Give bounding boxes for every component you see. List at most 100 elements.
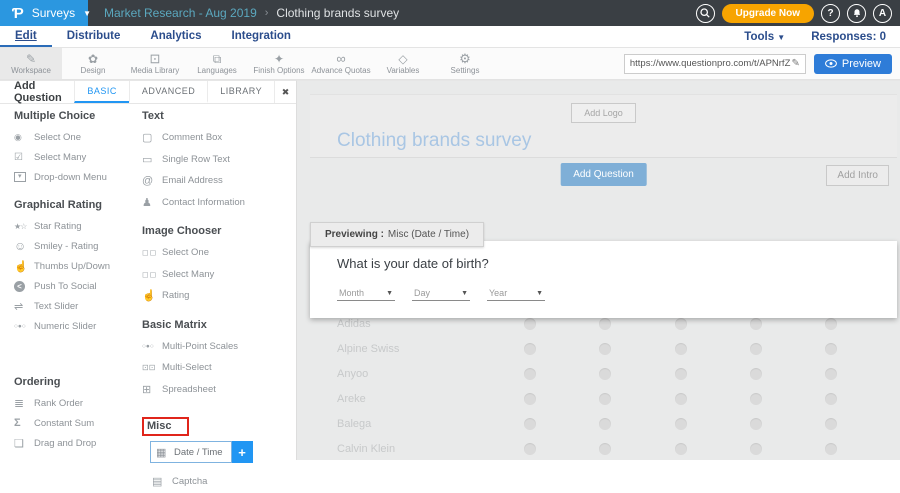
question-type-item[interactable]: Rating [142, 285, 296, 307]
panel-tab[interactable]: ADVANCED [129, 81, 207, 103]
survey-url-box: ✎ [624, 54, 806, 74]
radio-button[interactable] [675, 368, 687, 380]
radio-button[interactable] [825, 368, 837, 380]
survey-url-input[interactable] [630, 58, 792, 69]
radio-button[interactable] [599, 443, 611, 455]
add-question-button[interactable]: Add Question [560, 163, 647, 186]
close-icon[interactable]: ✖ [274, 81, 296, 103]
radio-button[interactable] [750, 393, 762, 405]
radio-button[interactable] [599, 368, 611, 380]
radio-button[interactable] [524, 443, 536, 455]
radio-button[interactable] [675, 418, 687, 430]
radio-button[interactable] [675, 443, 687, 455]
question-type-item[interactable]: Text Slider [14, 296, 142, 316]
toolbar-item[interactable]: Languages [186, 48, 248, 79]
app-logo[interactable]: Ƥ Surveys ▼ [0, 0, 88, 26]
question-type-item[interactable]: Push To Social [14, 276, 142, 296]
date-part-select[interactable]: Day ▼ [412, 286, 470, 301]
toolbar-item[interactable]: Advance Quotas [310, 48, 372, 79]
toolbar-item[interactable]: Media Library [124, 48, 186, 79]
image-one-icon [142, 248, 162, 257]
toolbar-item[interactable]: Finish Options [248, 48, 310, 79]
radio-button[interactable] [750, 343, 762, 355]
menu-item[interactable]: Integration [217, 26, 306, 47]
question-type-item[interactable]: Drop-down Menu [14, 167, 142, 187]
menu-item[interactable]: Distribute [52, 26, 136, 47]
radio-button[interactable] [750, 368, 762, 380]
add-logo-button[interactable]: Add Logo [571, 103, 636, 123]
panel-tab[interactable]: BASIC [74, 81, 129, 103]
radio-button[interactable] [825, 443, 837, 455]
product-switcher: Surveys [32, 6, 75, 20]
date-part-select[interactable]: Year ▼ [487, 286, 545, 301]
survey-canvas: Add Logo Clothing brands survey Add Ques… [297, 80, 900, 460]
question-type-item[interactable]: Select Many [14, 147, 142, 167]
question-type-item[interactable]: Thumbs Up/Down [14, 256, 142, 276]
section-heading: Ordering [14, 376, 142, 388]
radio-button[interactable] [825, 343, 837, 355]
responses-count[interactable]: Responses: 0 [811, 31, 886, 43]
upgrade-now-button[interactable]: Upgrade Now [722, 4, 814, 23]
question-type-item[interactable]: Contact Information [142, 192, 296, 214]
question-types-column-1: Multiple Choice Select One Select Many [14, 110, 142, 493]
radio-button[interactable] [524, 343, 536, 355]
question-type-item[interactable]: Spreadsheet [142, 379, 296, 401]
radio-button[interactable] [524, 318, 536, 330]
question-type-item[interactable]: Select One [14, 127, 142, 147]
radio-button[interactable] [524, 418, 536, 430]
radio-button[interactable] [599, 343, 611, 355]
radio-button[interactable] [750, 318, 762, 330]
radio-button[interactable] [524, 393, 536, 405]
question-type-item[interactable]: Smiley - Rating [14, 236, 142, 256]
radio-button[interactable] [675, 318, 687, 330]
toolbar-item[interactable]: Settings [434, 48, 496, 79]
question-type-item[interactable]: Select Many [142, 264, 296, 286]
question-type-item[interactable]: Select One [142, 242, 296, 264]
matrix-row: Calvin Klein [297, 436, 900, 460]
question-type-item[interactable]: Email Address [142, 170, 296, 192]
question-type-item[interactable]: Rank Order [14, 393, 142, 413]
radio-button[interactable] [599, 418, 611, 430]
toolbar-item[interactable]: Design [62, 48, 124, 79]
section-heading: Image Chooser [142, 225, 296, 237]
captcha-question-type[interactable]: Captcha [152, 471, 296, 493]
breadcrumb-current-survey: Clothing brands survey [276, 6, 399, 20]
question-type-item[interactable]: Single Row Text [142, 149, 296, 171]
question-type-item[interactable]: Constant Sum [14, 413, 142, 433]
question-type-item[interactable]: Comment Box [142, 127, 296, 149]
toolbar-item[interactable]: Variables [372, 48, 434, 79]
menu-item[interactable]: Analytics [135, 26, 216, 47]
question-type-item[interactable]: Star Rating [14, 216, 142, 236]
question-type-label: Push To Social [34, 281, 97, 292]
radio-button[interactable] [675, 393, 687, 405]
help-button[interactable]: ? [821, 4, 840, 23]
question-type-item[interactable]: Multi-Select [142, 357, 296, 379]
question-type-item[interactable]: Drag and Drop [14, 433, 142, 453]
radio-button[interactable] [524, 368, 536, 380]
panel-tab[interactable]: LIBRARY [207, 81, 274, 103]
question-type-item[interactable]: Multi-Point Scales [142, 336, 296, 358]
radio-button[interactable] [599, 318, 611, 330]
tools-menu[interactable]: Tools ▼ [744, 31, 785, 43]
radio-button[interactable] [825, 318, 837, 330]
add-intro-button[interactable]: Add Intro [826, 165, 889, 186]
toolbar-item[interactable]: Workspace [0, 48, 62, 79]
radio-button[interactable] [825, 393, 837, 405]
radio-button[interactable] [825, 418, 837, 430]
menu-item[interactable]: Edit [0, 26, 52, 47]
section-items: Star Rating Smiley - Rating Thumbs Up/Do… [14, 216, 142, 336]
notifications-button[interactable] [847, 4, 866, 23]
date-part-select[interactable]: Month ▼ [337, 286, 395, 301]
radio-button[interactable] [675, 343, 687, 355]
edit-url-icon[interactable]: ✎ [791, 58, 799, 69]
radio-button[interactable] [599, 393, 611, 405]
search-button[interactable] [696, 4, 715, 23]
radio-button[interactable] [750, 418, 762, 430]
radio-button[interactable] [750, 443, 762, 455]
preview-button[interactable]: Preview [814, 54, 892, 74]
avatar[interactable]: A [873, 4, 892, 23]
section-heading: Text [142, 110, 296, 122]
survey-title[interactable]: Clothing brands survey [337, 130, 897, 152]
question-type-item[interactable]: Numeric Slider [14, 316, 142, 336]
breadcrumb-folder[interactable]: Market Research - Aug 2019 [104, 6, 257, 20]
